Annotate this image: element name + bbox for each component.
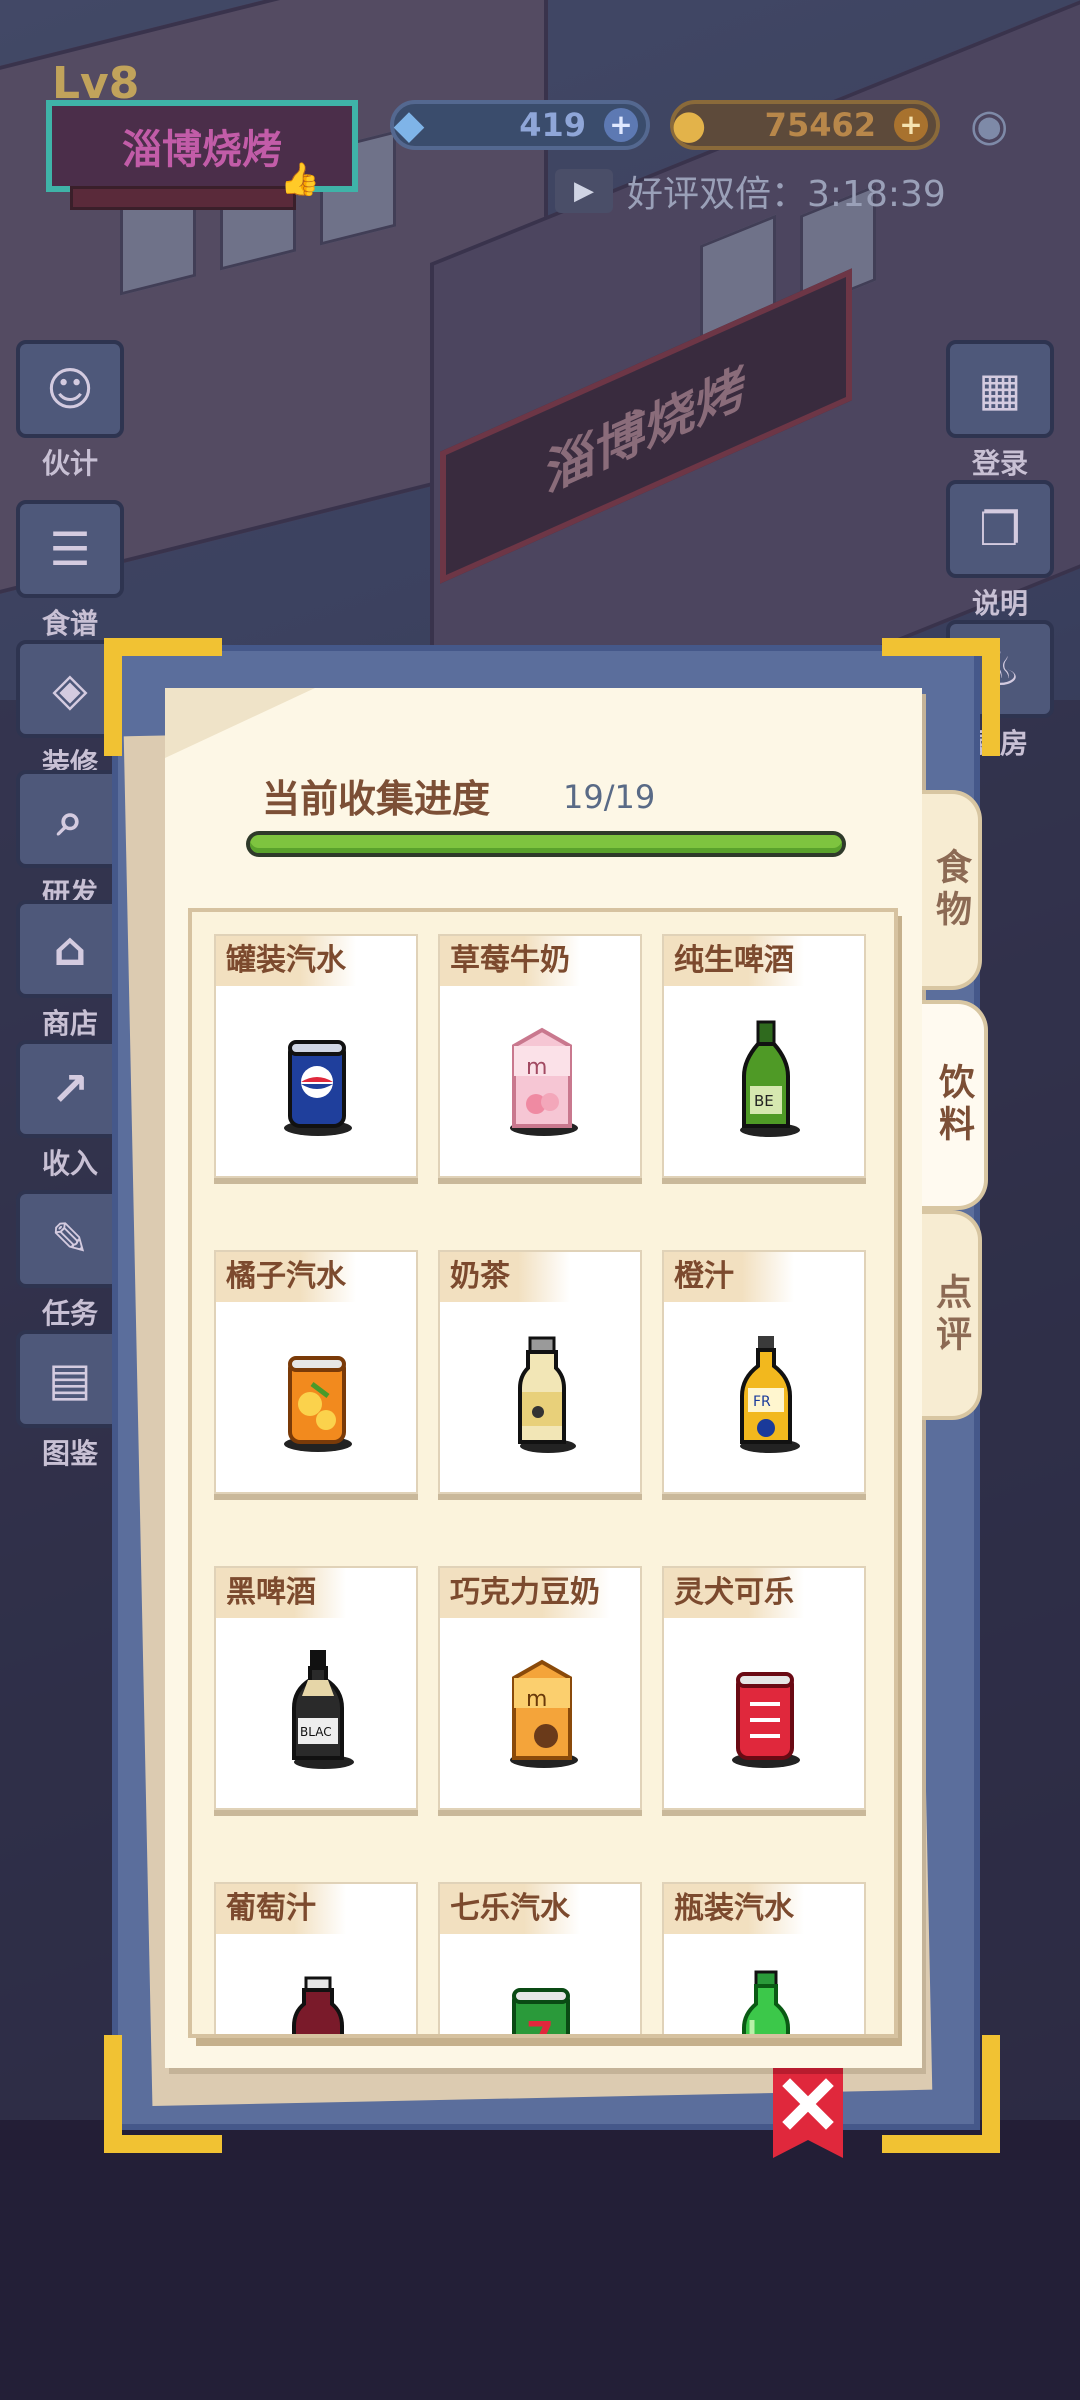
- collection-card[interactable]: 草莓牛奶 m: [438, 934, 642, 1178]
- collection-card[interactable]: 瓶装汽水: [662, 1882, 866, 2034]
- svg-text:m: m: [526, 1055, 547, 1080]
- magnifier-icon: ⌕: [16, 770, 124, 868]
- black-beer-bottle-icon: BLAC: [292, 1650, 354, 1769]
- collection-card[interactable]: 葡萄汁: [214, 1882, 418, 2034]
- tab-food[interactable]: 食物: [922, 790, 982, 990]
- collection-card[interactable]: 巧克力豆奶 m: [438, 1566, 642, 1810]
- side-button-recipes[interactable]: ☰ 食谱: [10, 500, 130, 642]
- gem-icon: ◆: [393, 102, 425, 148]
- collection-progress-fill: [250, 835, 842, 853]
- svg-text:FR: FR: [753, 1394, 771, 1410]
- orange-juice-bottle-icon: FR: [740, 1336, 800, 1453]
- collection-card-name: 罐装汽水: [216, 936, 356, 986]
- tab-reviews[interactable]: 点评: [922, 1210, 982, 1420]
- drink-collection-grid[interactable]: 罐装汽水 草莓牛奶 m 纯生啤酒 BE 橘子汽水 奶茶 橙汁 FR 黑啤酒 BLAC 巧克力豆奶 m 灵犬…: [188, 908, 898, 2038]
- green-soda-bottle-icon: [742, 1970, 790, 2034]
- book-icon: ▤: [16, 1330, 124, 1428]
- tab-label: 食物: [930, 848, 971, 932]
- collection-card[interactable]: 七乐汽水 7: [438, 1882, 642, 2038]
- eye-icon[interactable]: ◉: [970, 100, 1008, 151]
- collection-card-name: 橘子汽水: [216, 1252, 356, 1302]
- collection-card[interactable]: 黑啤酒 BLAC: [214, 1566, 418, 1810]
- tab-label: 点评: [930, 1273, 971, 1357]
- collection-card-name: 瓶装汽水: [664, 1884, 804, 1934]
- green-beer-bottle-icon: BE: [740, 1020, 800, 1137]
- gem-count: 419: [519, 106, 586, 144]
- grape-juice-bottle-icon: [292, 1976, 344, 2034]
- chef-hat-icon: ☺: [16, 340, 124, 438]
- side-button-help[interactable]: ❐ 说明: [940, 480, 1060, 622]
- orange-soda-can-icon: [284, 1356, 352, 1452]
- side-button-label: 伙计: [41, 447, 98, 480]
- chocolate-soy-milk-carton-icon: m: [510, 1659, 578, 1768]
- video-play-icon: ▶: [555, 169, 613, 213]
- side-button-label: 任务: [41, 1297, 98, 1330]
- shop-progress-bar: [70, 186, 296, 210]
- collection-card-name: 草莓牛奶: [440, 936, 580, 986]
- milk-tea-bottle-icon: [518, 1336, 576, 1453]
- paper-fold: [165, 688, 315, 758]
- collection-card-name: 七乐汽水: [440, 1884, 580, 1934]
- ad-timer-text: 好评双倍：3:18:39: [627, 174, 946, 215]
- svg-text:7: 7: [526, 2014, 554, 2038]
- tab-drinks[interactable]: 饮料: [922, 1000, 988, 1210]
- svg-text:m: m: [526, 1687, 547, 1712]
- collection-card[interactable]: 灵犬可乐: [662, 1566, 866, 1810]
- side-button-label: 商店: [41, 1007, 98, 1040]
- close-button[interactable]: [773, 2068, 843, 2158]
- side-button-label: 说明: [971, 587, 1028, 620]
- collection-progress-label: 当前收集进度: [262, 777, 491, 821]
- shop-icon: ⌂: [16, 900, 124, 998]
- coin-icon: ●: [671, 102, 707, 148]
- side-button-label: 收入: [41, 1147, 98, 1180]
- collection-card-name: 灵犬可乐: [664, 1568, 804, 1618]
- help-book-icon: ❐: [946, 480, 1054, 578]
- coin-count: 75462: [764, 106, 876, 144]
- side-button-label: 图鉴: [41, 1437, 98, 1470]
- blue-soda-can-icon: [284, 1040, 352, 1136]
- collection-progress-count: 19/19: [563, 778, 656, 816]
- tab-label: 饮料: [933, 1063, 974, 1147]
- collection-card-name: 纯生啤酒: [664, 936, 804, 986]
- red-cola-can-icon: [732, 1672, 800, 1768]
- close-icon: [773, 2068, 843, 2158]
- side-button-staff[interactable]: ☺ 伙计: [10, 340, 130, 482]
- collection-card-name: 奶茶: [440, 1252, 570, 1302]
- collection-card-name: 巧克力豆奶: [440, 1568, 610, 1618]
- strawberry-milk-carton-icon: m: [510, 1027, 578, 1136]
- side-button-label: 登录: [971, 447, 1028, 480]
- collection-card[interactable]: 罐装汽水: [214, 934, 418, 1178]
- recipe-icon: ☰: [16, 500, 124, 598]
- collection-card-name: 橙汁: [664, 1252, 794, 1302]
- collection-card[interactable]: 橙汁 FR: [662, 1250, 866, 1494]
- chart-icon: ↗: [16, 1040, 124, 1138]
- side-button-label: 食谱: [41, 607, 98, 640]
- svg-text:BLAC: BLAC: [300, 1725, 332, 1739]
- collection-card[interactable]: 橘子汽水: [214, 1250, 418, 1494]
- add-coins-button[interactable]: +: [894, 108, 928, 142]
- gem-counter: ◆ 419 +: [390, 100, 650, 150]
- collection-card[interactable]: 纯生啤酒 BE: [662, 934, 866, 1178]
- task-board-icon: ✎: [16, 1190, 124, 1288]
- side-button-login[interactable]: ▦ 登录: [940, 340, 1060, 482]
- collection-card-name: 黑啤酒: [216, 1568, 346, 1618]
- svg-text:BE: BE: [754, 1092, 774, 1110]
- add-gems-button[interactable]: +: [604, 108, 638, 142]
- thumbs-up-icon: 👍: [280, 160, 320, 198]
- collection-card[interactable]: 奶茶: [438, 1250, 642, 1494]
- collection-progress-bar: [246, 831, 846, 857]
- double-review-ad[interactable]: ▶ 好评双倍：3:18:39: [555, 165, 946, 217]
- green-soda-can-icon: 7: [512, 1988, 570, 2038]
- calendar-icon: ▦: [946, 340, 1054, 438]
- coin-counter: ● 75462 +: [670, 100, 940, 150]
- collection-card-name: 葡萄汁: [216, 1884, 346, 1934]
